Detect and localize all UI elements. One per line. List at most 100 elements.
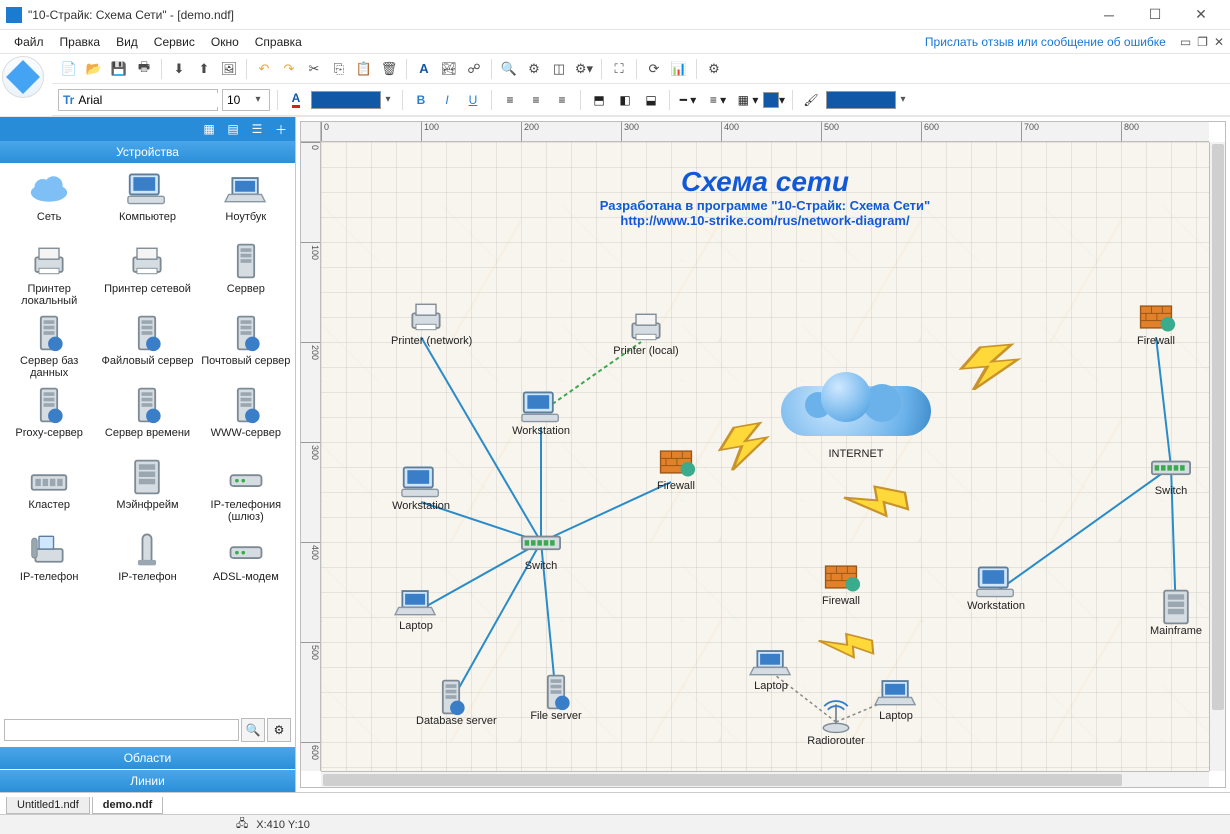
font-size-input[interactable] xyxy=(227,93,251,107)
align-right-button[interactable]: ≡ xyxy=(551,89,573,111)
app-logo[interactable] xyxy=(2,56,44,98)
chevron-down-icon[interactable]: ▾ xyxy=(381,94,395,105)
redo-button[interactable]: ↷ xyxy=(278,58,300,80)
feedback-link[interactable]: Прислать отзыв или сообщение об ошибке xyxy=(925,35,1174,49)
node-ws1[interactable]: Workstation xyxy=(506,387,576,437)
save-button[interactable]: 💾 xyxy=(108,58,130,80)
sidebar-add-button[interactable]: ＋ xyxy=(271,119,291,139)
node-radiorouter[interactable]: Radiorouter xyxy=(801,697,871,747)
device-timeserver[interactable]: Сервер времени xyxy=(98,383,196,455)
node-laptop2[interactable]: Laptop xyxy=(736,642,806,692)
node-laptop1[interactable]: Laptop xyxy=(381,582,451,632)
chevron-down-icon[interactable]: ▾ xyxy=(896,94,910,105)
menu-help[interactable]: Справка xyxy=(247,33,310,51)
window-minimize-button[interactable]: ─ xyxy=(1086,0,1132,30)
align-left-button[interactable]: ≡ xyxy=(499,89,521,111)
node-ws3[interactable]: Workstation xyxy=(961,562,1031,612)
device-fileserver[interactable]: Файловый сервер xyxy=(98,311,196,383)
settings-button[interactable]: ⚙ xyxy=(703,58,725,80)
fill-color-picker[interactable]: ▾ xyxy=(311,89,395,111)
tab-demo[interactable]: demo.ndf xyxy=(92,797,164,814)
valign-middle-button[interactable]: ◧ xyxy=(614,89,636,111)
sidebar-view3-button[interactable]: ☰ xyxy=(247,119,267,139)
hatch-color-button[interactable]: ▾ xyxy=(763,89,785,111)
sidebar-search-input[interactable] xyxy=(4,719,239,741)
device-handset[interactable]: IP-телефон xyxy=(98,527,196,599)
font-name-combo[interactable]: Tr ▾ xyxy=(58,89,218,111)
device-mailserver[interactable]: Почтовый сервер xyxy=(197,311,295,383)
underline-button[interactable]: U xyxy=(462,89,484,111)
menu-service[interactable]: Сервис xyxy=(146,33,203,51)
new-button[interactable]: 📄 xyxy=(58,58,80,80)
font-color-button[interactable]: A xyxy=(285,89,307,111)
cut-button[interactable]: ✂ xyxy=(303,58,325,80)
open-button[interactable]: 📂 xyxy=(83,58,105,80)
menu-window[interactable]: Окно xyxy=(203,33,247,51)
diagram-canvas[interactable]: INTERNET Схема сети Разработана в програ… xyxy=(321,142,1209,771)
window-close-button[interactable]: ✕ xyxy=(1178,0,1224,30)
mdi-restore-icon[interactable]: ❐ xyxy=(1197,35,1208,49)
valign-bottom-button[interactable]: ⬓ xyxy=(640,89,662,111)
chevron-down-icon[interactable]: ▾ xyxy=(251,94,265,105)
device-laptop[interactable]: Ноутбук xyxy=(197,167,295,239)
device-printer[interactable]: Принтер сетевой xyxy=(98,239,196,311)
node-firewall3[interactable]: Firewall xyxy=(806,557,876,607)
valign-top-button[interactable]: ⬒ xyxy=(588,89,610,111)
sidebar-header-areas[interactable]: Области xyxy=(0,746,295,769)
menu-edit[interactable]: Правка xyxy=(52,33,109,51)
node-db[interactable]: Database server xyxy=(416,677,486,727)
device-ipphone[interactable]: IP-телефон xyxy=(0,527,98,599)
search-button[interactable]: 🔍 xyxy=(241,718,265,742)
brush-button[interactable]: 🖌 xyxy=(800,89,822,111)
device-adsl[interactable]: ADSL-модем xyxy=(197,527,295,599)
delete-button[interactable]: 🗑 xyxy=(378,58,400,80)
group-button[interactable]: ◫ xyxy=(548,58,570,80)
device-voip[interactable]: IP-телефония (шлюз) xyxy=(197,455,295,527)
scrollbar-vertical[interactable] xyxy=(1209,142,1225,771)
image-tool-button[interactable]: 🏞 xyxy=(438,58,460,80)
font-name-input[interactable] xyxy=(78,93,233,107)
device-dbserver[interactable]: Сервер баз данных xyxy=(0,311,98,383)
node-internet[interactable]: INTERNET xyxy=(781,372,931,442)
node-firewall2[interactable]: Firewall xyxy=(1121,297,1191,347)
sidebar-header-lines[interactable]: Линии xyxy=(0,769,295,792)
undo-button[interactable]: ↶ xyxy=(253,58,275,80)
device-cloud[interactable]: Сеть xyxy=(0,167,98,239)
node-mainframe[interactable]: Mainframe xyxy=(1141,587,1209,637)
bold-button[interactable]: B xyxy=(410,89,432,111)
device-server[interactable]: Сервер xyxy=(197,239,295,311)
sidebar-view2-button[interactable]: ▤ xyxy=(223,119,243,139)
sidebar-header-devices[interactable]: Устройства xyxy=(0,141,295,163)
text-tool-button[interactable]: A xyxy=(413,58,435,80)
import-button[interactable]: ⬇ xyxy=(168,58,190,80)
device-proxy[interactable]: Proxy-сервер xyxy=(0,383,98,455)
print-button[interactable]: 🖶 xyxy=(133,58,155,80)
node-printer_loc[interactable]: Printer (local) xyxy=(611,307,681,357)
mdi-close-icon[interactable]: ✕ xyxy=(1214,35,1224,49)
device-mainframe[interactable]: Мэйнфрейм xyxy=(98,455,196,527)
zoom-fit-button[interactable]: ⛶ xyxy=(608,58,630,80)
node-file[interactable]: File server xyxy=(521,672,591,722)
line-color-picker[interactable]: ▾ xyxy=(826,89,910,111)
scrollbar-horizontal[interactable] xyxy=(321,771,1209,787)
refresh-button[interactable]: ⟳ xyxy=(643,58,665,80)
node-switch1[interactable]: Switch xyxy=(506,522,576,572)
menu-file[interactable]: Файл xyxy=(6,33,52,51)
paste-button[interactable]: 📋 xyxy=(353,58,375,80)
scan-settings-button[interactable]: ⚙ xyxy=(523,58,545,80)
node-switch2[interactable]: Switch xyxy=(1136,447,1206,497)
node-ws2[interactable]: Workstation xyxy=(386,462,456,512)
line-style-button[interactable]: ━ ▾ xyxy=(677,89,699,111)
scan-button[interactable]: 🔍 xyxy=(498,58,520,80)
canvas-area[interactable]: 0100200300400500600700800900 01002003004… xyxy=(300,121,1226,788)
export-image-button[interactable]: 🖼 xyxy=(218,58,240,80)
search-settings-button[interactable]: ⚙ xyxy=(267,718,291,742)
font-size-combo[interactable]: ▾ xyxy=(222,89,270,111)
link-tool-button[interactable]: ☍ xyxy=(463,58,485,80)
monitor-button[interactable]: 📊 xyxy=(668,58,690,80)
menu-view[interactable]: Вид xyxy=(108,33,146,51)
device-pc[interactable]: Компьютер xyxy=(98,167,196,239)
node-laptop3[interactable]: Laptop xyxy=(861,672,931,722)
align-center-button[interactable]: ≡ xyxy=(525,89,547,111)
copy-button[interactable]: ⎘ xyxy=(328,58,350,80)
